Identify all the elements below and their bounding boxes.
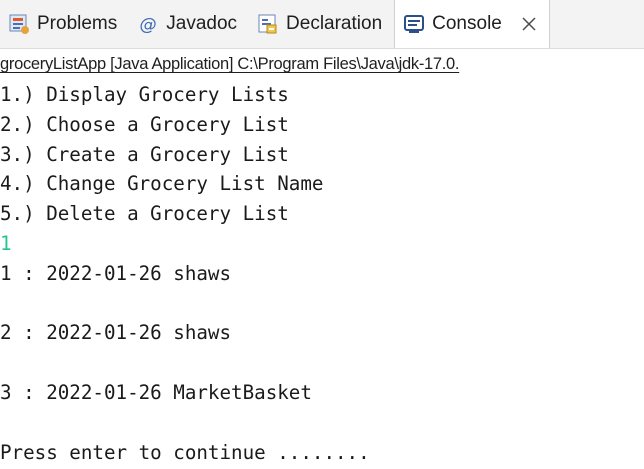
- tab-javadoc[interactable]: @ Javadoc: [129, 0, 249, 48]
- tab-label: Declaration: [286, 13, 383, 34]
- console-line: 3.) Create a Grocery List: [0, 142, 289, 166]
- console-line: 2 : 2022-01-26 shaws: [0, 321, 232, 345]
- tab-bar-empty-space: [549, 0, 644, 48]
- console-line: 3 : 2022-01-26 MarketBasket: [0, 380, 312, 404]
- console-user-input: 1: [0, 231, 12, 255]
- console-line: 2.) Choose a Grocery List: [0, 112, 289, 136]
- console-line: 5.) Delete a Grocery List: [0, 202, 289, 226]
- tab-label: Javadoc: [166, 13, 238, 34]
- console-line: Press enter to continue ........: [0, 440, 370, 464]
- console-line: 1.) Display Grocery Lists: [0, 83, 289, 106]
- console-line: 4.) Change Grocery List Name: [0, 172, 324, 196]
- declaration-icon: [257, 13, 279, 35]
- console-output[interactable]: 1.) Display Grocery Lists 2.) Choose a Gr…: [0, 80, 644, 467]
- tab-label: Console: [432, 13, 502, 34]
- tab-problems[interactable]: Problems: [0, 0, 129, 48]
- eclipse-console-view: Problems @ Javadoc Declaration Console g…: [0, 0, 644, 469]
- tab-label: Problems: [37, 13, 118, 34]
- console-icon: [403, 13, 425, 35]
- tab-console[interactable]: Console: [394, 0, 550, 48]
- close-icon[interactable]: [519, 14, 539, 34]
- problems-icon: [8, 13, 30, 35]
- javadoc-icon: @: [137, 13, 159, 35]
- svg-text:@: @: [140, 15, 157, 35]
- launch-description: groceryListApp [Java Application] C:\Pro…: [0, 55, 460, 73]
- view-tab-bar: Problems @ Javadoc Declaration Console: [0, 0, 644, 49]
- console-line: 1 : 2022-01-26 shaws: [0, 261, 232, 285]
- tab-declaration[interactable]: Declaration: [249, 0, 394, 48]
